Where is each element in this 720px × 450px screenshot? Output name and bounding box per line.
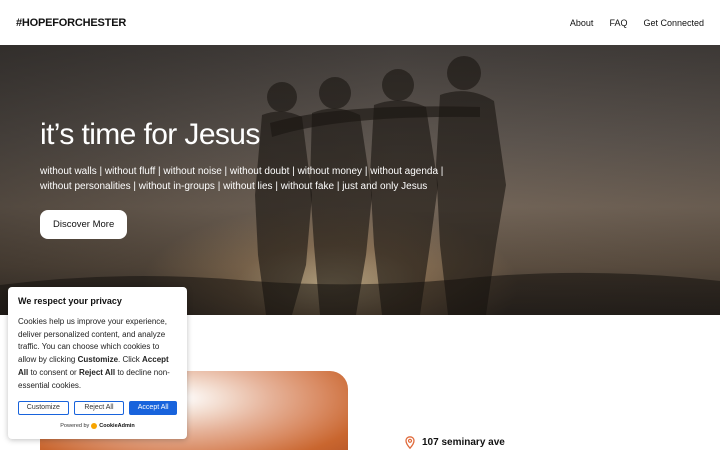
cookie-text-part-2: . Click <box>118 355 143 365</box>
hero-subtitle-line-2: without personalities | without in-group… <box>40 181 428 192</box>
discover-more-button[interactable]: Discover More <box>40 210 128 239</box>
cookie-text-customize: Customize <box>77 355 119 365</box>
address-text: 107 seminary ave <box>422 437 505 448</box>
cookie-text-part-3: to consent or <box>28 367 79 377</box>
cookieadmin-logo-icon <box>91 423 98 430</box>
cookie-text-reject-all: Reject All <box>78 367 116 377</box>
powered-by-label: Powered by <box>60 423 90 430</box>
nav-link-about[interactable]: About <box>570 18 594 28</box>
customize-button[interactable]: Customize <box>18 401 69 416</box>
cookie-consent-banner: We respect your privacy Cookies help us … <box>8 287 187 439</box>
cookieadmin-brand[interactable]: CookieAdmin <box>99 423 134 429</box>
cookie-buttons: Customize Reject All Accept All <box>18 401 177 416</box>
powered-by: Powered by CookieAdmin <box>18 423 177 430</box>
hero-subtitle: without walls | without fluff | without … <box>40 164 460 194</box>
hero-title: it’s time for Jesus <box>40 118 260 151</box>
cookie-banner-text: Cookies help us improve your experience,… <box>18 316 177 392</box>
map-pin-icon <box>405 436 415 449</box>
site-header: #HOPEFORCHESTER About FAQ Get Connected <box>0 0 720 45</box>
address-block: 107 seminary ave <box>405 436 505 449</box>
nav-link-faq[interactable]: FAQ <box>609 18 627 28</box>
site-logo[interactable]: #HOPEFORCHESTER <box>16 17 126 29</box>
hero-subtitle-line-1: without walls | without fluff | without … <box>40 166 444 177</box>
main-nav: About FAQ Get Connected <box>570 18 704 28</box>
reject-all-button[interactable]: Reject All <box>73 401 125 416</box>
nav-link-get-connected[interactable]: Get Connected <box>643 18 704 28</box>
accept-all-button[interactable]: Accept All <box>129 401 177 416</box>
hero-content: it’s time for Jesus without walls | with… <box>40 117 460 239</box>
cookie-banner-title: We respect your privacy <box>18 296 122 306</box>
hero-section: it’s time for Jesus without walls | with… <box>0 45 720 315</box>
